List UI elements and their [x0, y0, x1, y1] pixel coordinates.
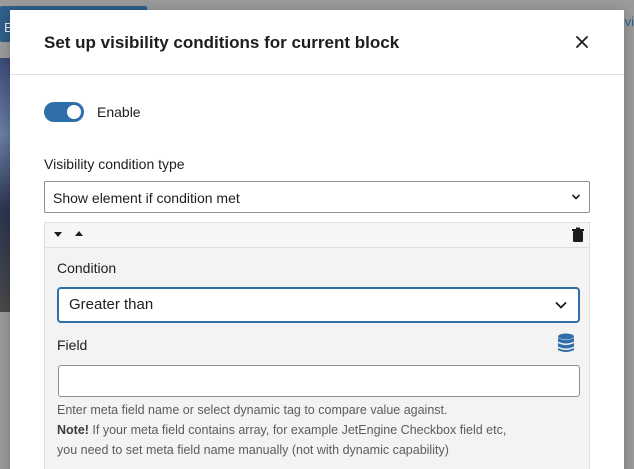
help-line-1: Enter meta field name or select dynamic …: [57, 403, 448, 417]
background-image: [0, 58, 10, 312]
close-icon: [576, 36, 588, 48]
condition-label: Condition: [57, 260, 117, 276]
help-line-3: you need to set meta field name manually…: [57, 443, 449, 457]
visibility-type-value: Show element if condition met: [53, 190, 240, 206]
help-note-strong: Note!: [57, 423, 89, 437]
visibility-type-label: Visibility condition type: [44, 156, 185, 172]
condition-value: Greater than: [69, 296, 154, 313]
field-label: Field: [57, 337, 88, 353]
modal-header: Set up visibility conditions for current…: [10, 10, 624, 75]
field-input[interactable]: [58, 365, 580, 397]
repeater-header: [45, 223, 589, 248]
database-icon[interactable]: [557, 333, 575, 353]
enable-toggle[interactable]: [44, 102, 84, 122]
trash-icon[interactable]: [571, 227, 585, 243]
help-note-rest: If your meta field contains array, for e…: [88, 423, 507, 437]
field-help-text: Enter meta field name or select dynamic …: [57, 400, 577, 460]
triangle-up-icon[interactable]: [74, 229, 84, 239]
condition-select[interactable]: Greater than: [57, 287, 580, 323]
chevron-down-icon: [555, 301, 567, 309]
visibility-type-select[interactable]: Show element if condition met: [44, 181, 590, 213]
triangle-down-icon[interactable]: [53, 229, 63, 239]
modal-title: Set up visibility conditions for current…: [44, 33, 400, 52]
enable-label: Enable: [97, 104, 141, 120]
close-button[interactable]: [570, 30, 594, 54]
chevron-down-icon: [571, 194, 581, 200]
condition-repeater: Condition Greater than Field Enter meta …: [44, 222, 590, 469]
visibility-modal: Set up visibility conditions for current…: [10, 10, 624, 469]
background-right-text: vi: [624, 14, 634, 29]
enable-row: Enable: [44, 102, 141, 122]
toggle-knob: [67, 105, 81, 119]
help-line-2: Note! If your meta field contains array,…: [57, 420, 577, 440]
